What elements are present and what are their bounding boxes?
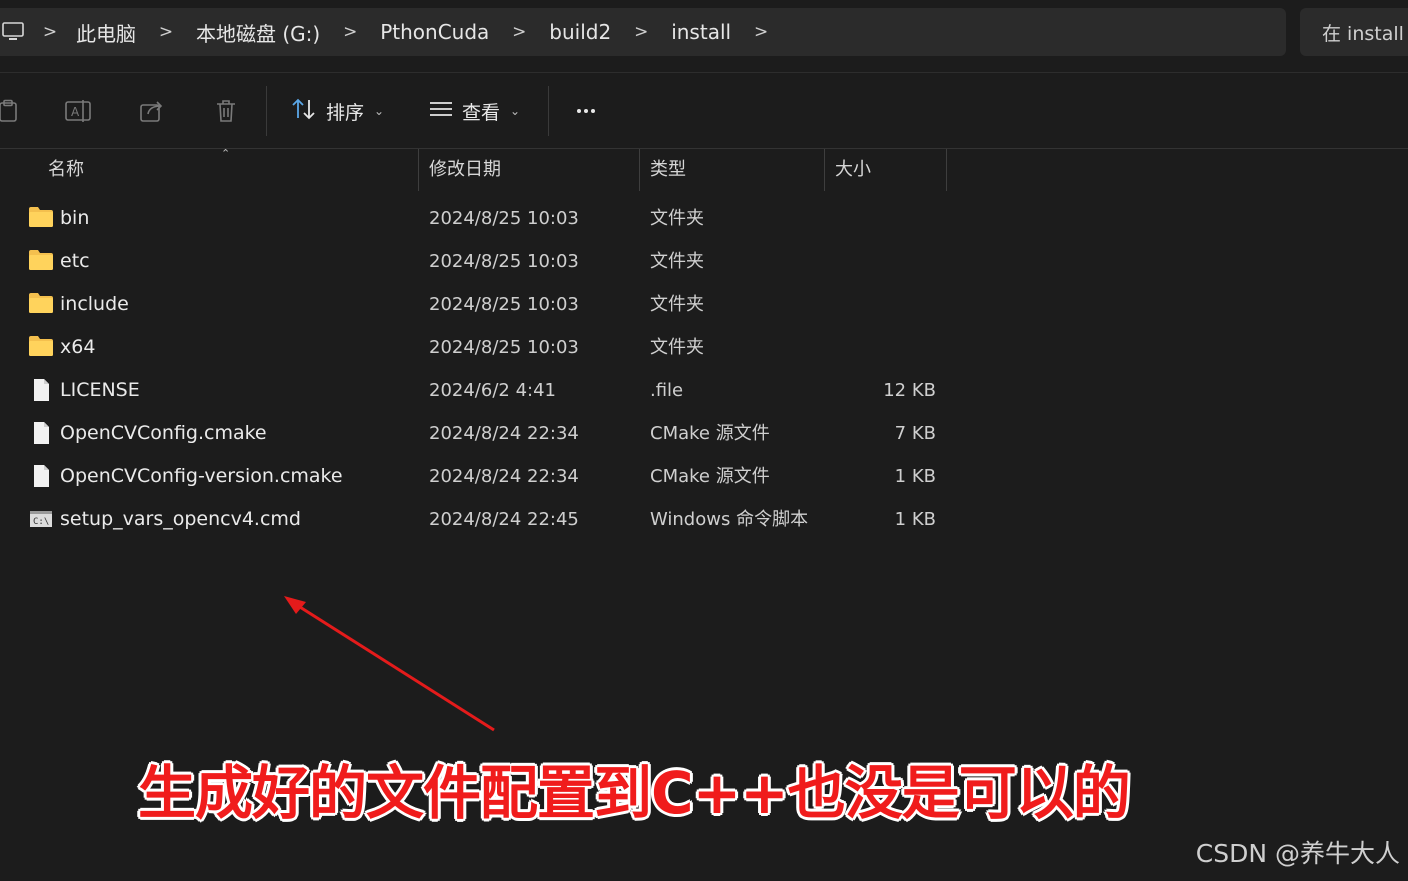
view-label: 查看 (462, 101, 501, 124)
file-size: 12 KB (883, 380, 936, 401)
file-type: Windows 命令脚本 (650, 509, 809, 530)
file-row[interactable]: bin 2024/8/25 10:03 文件夹 (0, 197, 950, 240)
sort-button[interactable]: 排序 ⌄ (290, 93, 384, 129)
file-date: 2024/8/24 22:34 (429, 423, 579, 444)
file-icon (28, 378, 54, 402)
file-date: 2024/6/2 4:41 (429, 380, 556, 401)
sort-icon (290, 98, 318, 124)
file-name: OpenCVConfig.cmake (60, 422, 267, 444)
address-bar-region: > 此电脑 > 本地磁盘 (G:) > PthonCuda > build2 >… (0, 0, 1408, 73)
breadcrumb-separator[interactable]: > (735, 22, 787, 42)
computer-icon[interactable] (0, 8, 28, 56)
csdn-watermark: CSDN @养牛大人 (1195, 839, 1400, 868)
column-header-name[interactable]: 名称 (48, 149, 84, 191)
file-row[interactable]: LICENSE 2024/6/2 4:41 .file 12 KB (0, 369, 950, 412)
svg-text:C:\: C:\ (33, 517, 49, 527)
delete-icon[interactable] (212, 97, 240, 125)
breadcrumb-build2[interactable]: build2 (545, 20, 615, 44)
red-arrow-annotation (284, 596, 495, 732)
column-divider[interactable] (639, 149, 640, 191)
file-row[interactable]: OpenCVConfig-version.cmake 2024/8/24 22:3… (0, 455, 950, 498)
column-divider[interactable] (824, 149, 825, 191)
file-type: 文件夹 (650, 251, 704, 272)
sort-label: 排序 (326, 101, 365, 124)
column-divider[interactable] (418, 149, 419, 191)
command-bar: A 排序 ⌄ 查看 ⌄ (0, 73, 1408, 149)
script-icon: C:\ (28, 507, 54, 531)
breadcrumb-separator[interactable]: > (28, 22, 72, 42)
svg-text:A: A (71, 105, 80, 119)
column-header-row: ⌃ 名称 修改日期 类型 大小 (0, 147, 950, 191)
file-type: .file (650, 380, 684, 401)
file-date: 2024/8/25 10:03 (429, 251, 579, 272)
breadcrumb-separator[interactable]: > (615, 22, 667, 42)
folder-icon (28, 292, 54, 316)
address-bar[interactable]: > 此电脑 > 本地磁盘 (G:) > PthonCuda > build2 >… (0, 8, 1286, 56)
column-header-date[interactable]: 修改日期 (429, 149, 501, 191)
folder-icon (28, 249, 54, 273)
file-name: bin (60, 207, 90, 229)
breadcrumb-install[interactable]: install (667, 20, 735, 44)
file-type: 文件夹 (650, 294, 704, 315)
file-row[interactable]: etc 2024/8/25 10:03 文件夹 (0, 240, 950, 283)
file-row[interactable]: x64 2024/8/25 10:03 文件夹 (0, 326, 950, 369)
file-icon (28, 464, 54, 488)
more-dot-icon (577, 109, 581, 113)
file-name: OpenCVConfig-version.cmake (60, 465, 343, 487)
folder-icon (28, 335, 54, 359)
file-name: LICENSE (60, 379, 140, 401)
file-size: 1 KB (894, 466, 936, 487)
rename-icon[interactable]: A (64, 97, 92, 125)
file-icon (28, 421, 54, 445)
file-date: 2024/8/25 10:03 (429, 337, 579, 358)
breadcrumb-separator[interactable]: > (493, 22, 545, 42)
file-type: CMake 源文件 (650, 466, 770, 487)
file-date: 2024/8/24 22:34 (429, 466, 579, 487)
file-row[interactable]: include 2024/8/25 10:03 文件夹 (0, 283, 950, 326)
search-input[interactable]: 在 install (1300, 8, 1408, 56)
file-name: include (60, 293, 129, 315)
file-list: bin 2024/8/25 10:03 文件夹 etc 2024/8/25 10:03 文… (0, 197, 950, 541)
file-type: CMake 源文件 (650, 423, 770, 444)
paste-icon[interactable] (0, 97, 22, 125)
file-name: etc (60, 250, 90, 272)
search-placeholder: 在 install (1322, 22, 1404, 45)
file-row[interactable]: C:\ setup_vars_opencv4.cmd 2024/8/24 22:45… (0, 498, 950, 541)
view-list-icon (428, 99, 454, 123)
file-row[interactable]: OpenCVConfig.cmake 2024/8/24 22:34 CMake 源… (0, 412, 950, 455)
annotation-caption: 生成好的文件配置到C++也没是可以的 (138, 759, 1131, 827)
breadcrumb-drive-g[interactable]: 本地磁盘 (G:) (192, 18, 324, 47)
view-button[interactable]: 查看 ⌄ (428, 93, 520, 129)
column-header-type[interactable]: 类型 (650, 149, 686, 191)
breadcrumb-pthoncuda[interactable]: PthonCuda (376, 20, 493, 44)
column-header-size[interactable]: 大小 (835, 149, 871, 191)
breadcrumb-separator[interactable]: > (324, 22, 376, 42)
more-dot-icon (584, 109, 588, 113)
file-type: 文件夹 (650, 337, 704, 358)
more-options-button[interactable] (570, 93, 602, 129)
file-date: 2024/8/25 10:03 (429, 208, 579, 229)
chevron-down-icon: ⌄ (510, 104, 521, 118)
file-name: x64 (60, 336, 96, 358)
toolbar-divider (548, 86, 549, 136)
file-size: 1 KB (894, 509, 936, 530)
share-icon[interactable] (138, 97, 166, 125)
more-dot-icon (591, 109, 595, 113)
file-type: 文件夹 (650, 208, 704, 229)
sort-ascending-icon: ⌃ (221, 147, 231, 160)
breadcrumb-this-pc[interactable]: 此电脑 (72, 18, 140, 47)
folder-icon (28, 206, 54, 230)
toolbar-divider (266, 86, 267, 136)
file-size: 7 KB (894, 423, 936, 444)
chevron-down-icon: ⌄ (374, 104, 385, 118)
file-name: setup_vars_opencv4.cmd (60, 508, 301, 530)
breadcrumb-separator[interactable]: > (140, 22, 192, 42)
column-divider[interactable] (946, 149, 947, 191)
file-date: 2024/8/25 10:03 (429, 294, 579, 315)
file-date: 2024/8/24 22:45 (429, 509, 579, 530)
